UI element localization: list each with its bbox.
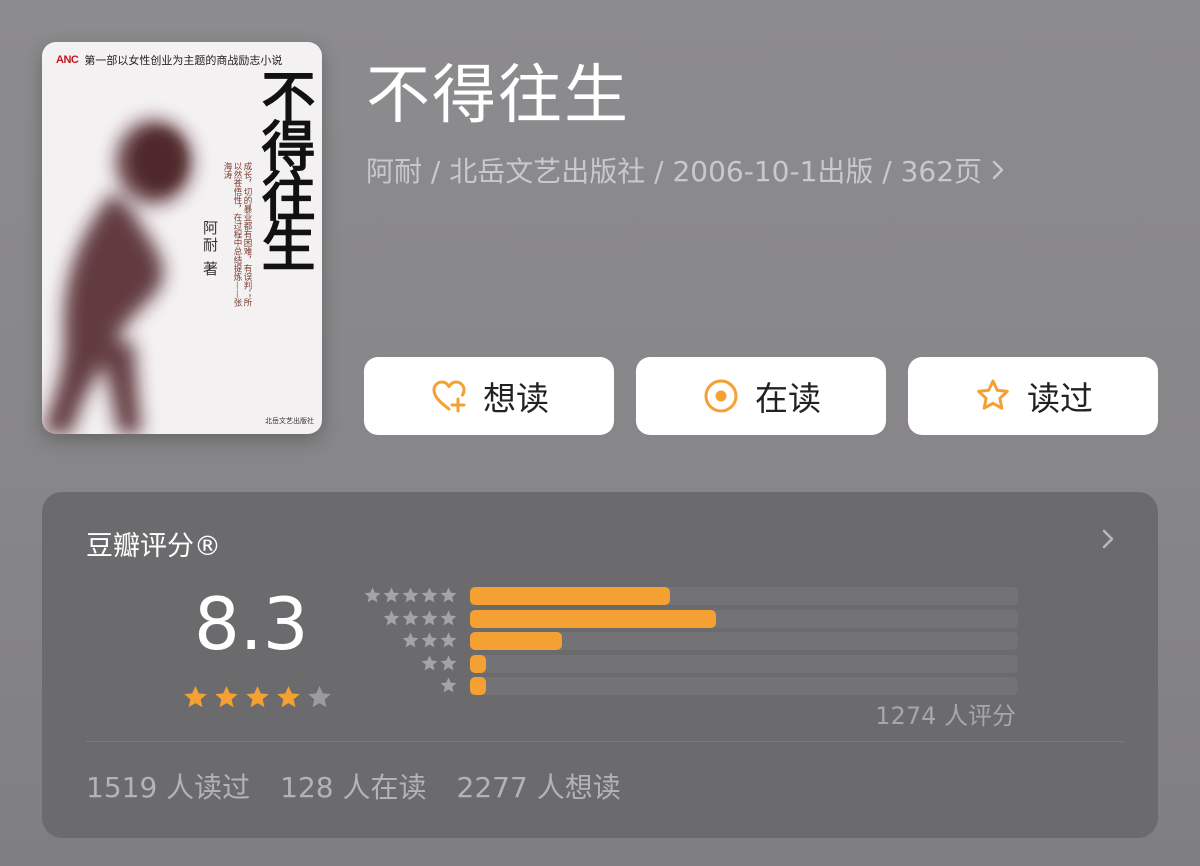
rating-header: 豆瓣评分® <box>86 531 221 562</box>
want-to-read-button[interactable]: 想读 <box>364 357 614 435</box>
have-read-button[interactable]: 读过 <box>908 357 1158 435</box>
cover-author: 阿耐 著 <box>201 220 219 278</box>
action-buttons: 想读 在读 读过 <box>364 357 1158 435</box>
star-small-icon <box>364 587 381 603</box>
star-empty-icon <box>308 686 331 708</box>
want-count[interactable]: 2277 人想读 <box>457 766 621 806</box>
row-stars <box>363 586 458 605</box>
rating-distribution-row <box>358 609 1018 629</box>
book-title: 不得往生 <box>366 59 630 133</box>
star-small-icon <box>440 587 457 603</box>
rating-count: 1274 人评分 <box>875 702 1016 730</box>
star-outline-icon <box>977 379 1009 410</box>
divider <box>86 741 1124 742</box>
reading-label: 在读 <box>755 379 821 418</box>
rating-bar-track <box>470 587 1018 605</box>
star-small-icon <box>440 654 457 670</box>
rating-bar-fill <box>470 609 716 628</box>
star-filled-icon <box>215 686 238 708</box>
rating-distribution-row <box>358 586 1018 606</box>
star-small-icon <box>421 632 438 648</box>
rating-panel[interactable]: 豆瓣评分® 8.3 1274 人评分 1519 人读过 128 人在读 2277… <box>42 492 1158 838</box>
book-cover[interactable]: ANC 第一部以女性创业为主题的商战励志小说 不得往生 成长，切的暴业都有困难，… <box>42 42 322 434</box>
star-small-icon <box>440 677 457 693</box>
chevron-right-icon <box>992 160 1004 180</box>
row-stars <box>401 631 458 650</box>
rating-bar-track <box>470 677 1018 695</box>
cover-quote: 成长，切的暴业都有困难，有误判；所以然苍悟性，在过程中总结提炼——张海涛 <box>222 162 252 307</box>
read-count[interactable]: 1519 人读过 <box>86 766 250 806</box>
reader-stats: 1519 人读过 128 人在读 2277 人想读 <box>86 766 621 806</box>
star-small-icon <box>402 609 419 625</box>
book-meta-link[interactable]: 阿耐 / 北岳文艺出版社 / 2006-10-1出版 / 362页 <box>366 150 1006 190</box>
rating-bar-fill <box>470 677 487 695</box>
star-small-icon <box>383 609 400 625</box>
row-stars <box>420 654 458 673</box>
cover-tagline-row: ANC 第一部以女性创业为主题的商战励志小说 <box>56 50 312 70</box>
rating-bar-fill <box>470 632 562 650</box>
target-circle-icon <box>704 379 738 413</box>
rating-bar-fill <box>470 654 487 673</box>
star-small-icon <box>421 587 438 603</box>
chevron-right-icon[interactable] <box>1100 526 1116 552</box>
star-filled-icon <box>246 686 269 708</box>
star-small-icon <box>440 609 457 625</box>
rating-distribution-row <box>358 654 1018 674</box>
rating-bar-track <box>470 632 1018 650</box>
star-small-icon <box>440 632 457 648</box>
cover-tagline: 第一部以女性创业为主题的商战励志小说 <box>84 54 283 67</box>
rating-distribution-row <box>358 676 1018 696</box>
rating-bar-fill <box>470 587 671 605</box>
reading-count[interactable]: 128 人在读 <box>280 766 426 806</box>
star-small-icon <box>402 587 419 603</box>
row-stars <box>439 676 458 695</box>
rating-stars <box>182 684 333 711</box>
star-small-icon <box>402 632 419 648</box>
cover-series-logo: ANC <box>56 54 79 66</box>
star-filled-icon <box>184 686 207 708</box>
have-read-label: 读过 <box>1027 379 1093 418</box>
cover-title: 不得往生 <box>252 68 316 268</box>
star-filled-icon <box>277 686 300 708</box>
want-to-read-label: 想读 <box>483 379 549 418</box>
star-small-icon <box>383 587 400 603</box>
heart-plus-icon <box>432 380 466 413</box>
rating-score: 8.3 <box>194 582 309 666</box>
rating-bar-track <box>470 609 1018 628</box>
star-small-icon <box>421 654 438 670</box>
book-meta-text: 阿耐 / 北岳文艺出版社 / 2006-10-1出版 / 362页 <box>366 155 983 188</box>
rating-distribution-row <box>358 631 1018 651</box>
cover-publisher: 北岳文艺出版社 <box>265 417 314 425</box>
row-stars <box>382 609 458 628</box>
reading-button[interactable]: 在读 <box>636 357 886 435</box>
star-small-icon <box>421 609 438 625</box>
rating-bar-track <box>470 654 1018 673</box>
